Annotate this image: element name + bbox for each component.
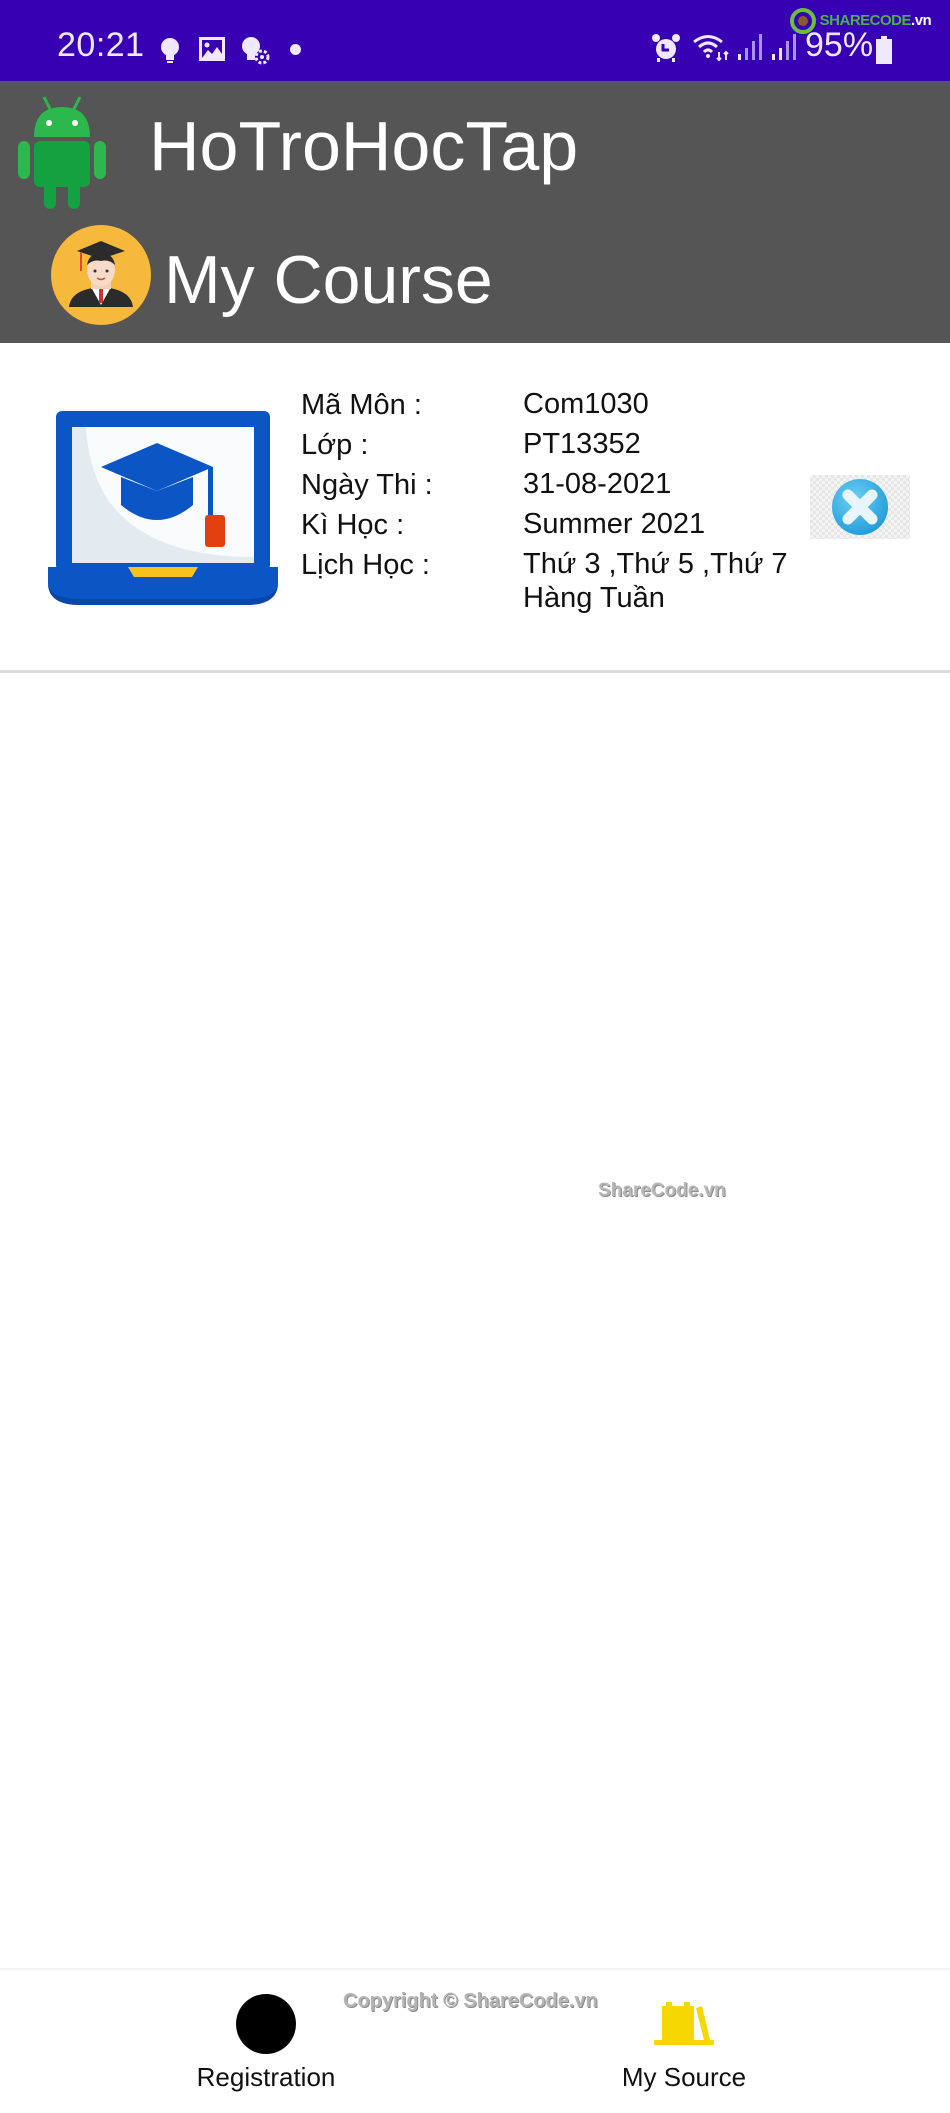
semester-label: Kì Học : <box>301 509 405 541</box>
circle-icon <box>236 1994 296 2054</box>
copyright-watermark: Copyright © ShareCode.vn <box>343 1990 598 2012</box>
page-title: My Course <box>164 242 493 318</box>
schedule-value-line1: Thứ 3 ,Thứ 5 ,Thứ 7 <box>523 548 788 580</box>
wifi-icon <box>693 35 729 62</box>
schedule-value-line2: Hàng Tuần <box>523 582 665 614</box>
android-icon <box>18 96 106 209</box>
course-code-label: Mã Môn : <box>301 389 422 421</box>
lightbulb-icon <box>161 38 179 63</box>
schedule-label: Lịch Học : <box>301 549 430 581</box>
exam-date-label: Ngày Thi : <box>301 469 433 501</box>
sharecode-logo-suffix: .vn <box>911 11 932 29</box>
sharecode-logo-icon <box>790 8 816 34</box>
laptop-graduation-cap-icon <box>48 411 278 605</box>
sharecode-logo: SHARECODE.vn <box>790 8 932 34</box>
notification-dot-icon <box>290 44 301 55</box>
status-bar: 20:21 95% SHARECODE.vn <box>0 0 950 81</box>
lightbulb-gear-icon <box>242 37 270 65</box>
nav-label-my-source: My Source <box>621 2062 747 2092</box>
watermark-text: ShareCode.vn <box>598 1180 726 1201</box>
course-code-value: Com1030 <box>523 388 649 420</box>
graduate-avatar-icon <box>51 225 151 325</box>
app-title: HoTroHocTap <box>149 107 579 185</box>
semester-value: Summer 2021 <box>523 508 706 540</box>
exam-date-value: 31-08-2021 <box>523 468 672 500</box>
alarm-icon <box>652 34 680 62</box>
signal-icon <box>772 34 796 60</box>
list-divider <box>0 670 950 673</box>
app-bar: HoTroHocTap My Course <box>0 81 950 343</box>
class-label: Lớp : <box>301 429 369 461</box>
close-circle-icon <box>832 479 888 535</box>
course-list-item[interactable]: Mã Môn : Com1030 Lớp : PT13352 Ngày Thi … <box>0 343 950 671</box>
books-icon <box>654 2002 714 2045</box>
sharecode-logo-brand: SHARECODE <box>819 11 912 29</box>
signal-icon <box>738 34 762 60</box>
status-time: 20:21 <box>57 26 145 64</box>
nav-label-registration: Registration <box>196 2062 336 2092</box>
battery-icon <box>876 36 892 64</box>
image-icon <box>199 37 225 61</box>
delete-course-button[interactable] <box>810 475 910 539</box>
class-value: PT13352 <box>523 428 641 460</box>
